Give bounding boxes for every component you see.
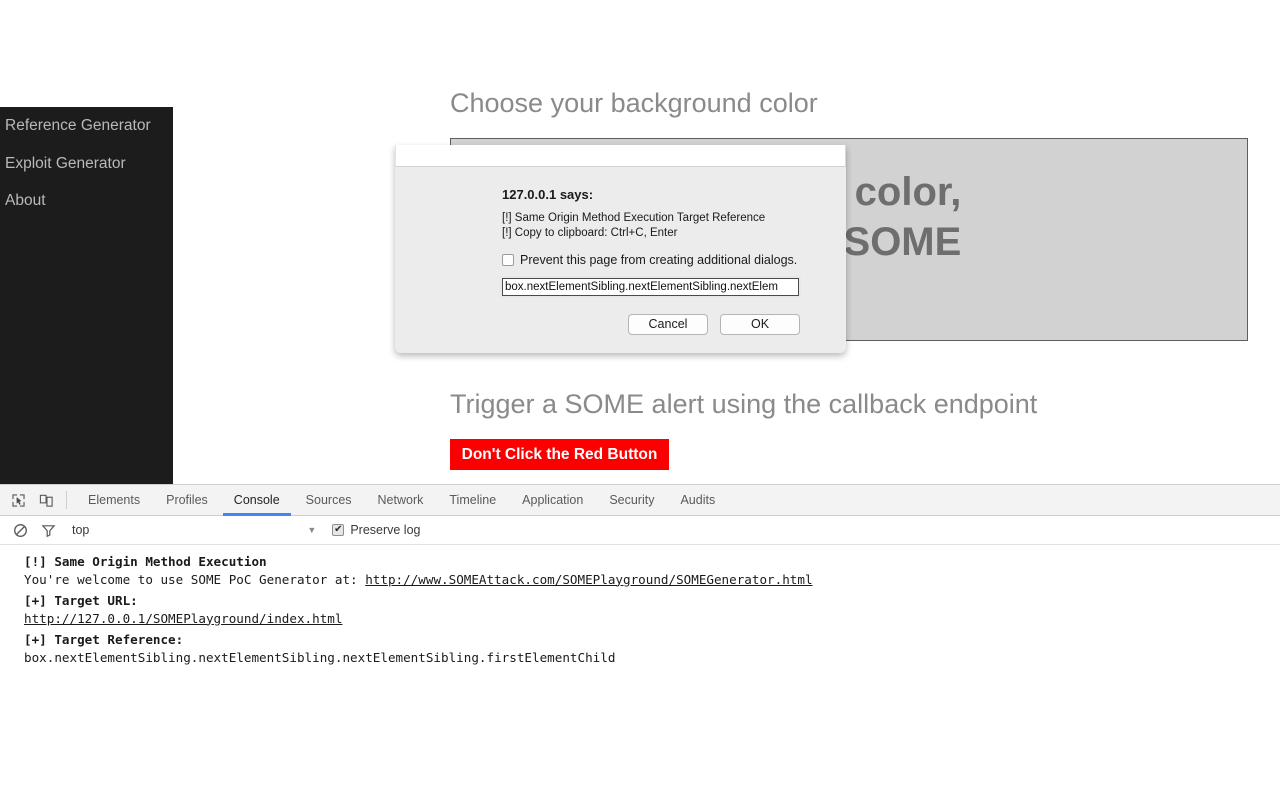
console-filter-bar: top ▼ ✔ Preserve log <box>0 516 1280 545</box>
console-entry-text: You're welcome to use SOME PoC Generator… <box>24 571 366 587</box>
prevent-dialogs-row[interactable]: Prevent this page from creating addition… <box>502 253 846 267</box>
tab-timeline[interactable]: Timeline <box>436 485 509 515</box>
console-entry: [!] Same Origin Method Execution You're … <box>24 553 1280 588</box>
tab-security[interactable]: Security <box>596 485 667 515</box>
sidebar-item-label: Reference Generator <box>5 117 151 134</box>
tab-application[interactable]: Application <box>509 485 596 515</box>
tab-label: Security <box>609 493 655 507</box>
preserve-log-label: Preserve log <box>350 523 421 537</box>
dialog-ok-button[interactable]: OK <box>720 314 800 335</box>
prevent-dialogs-label: Prevent this page from creating addition… <box>520 253 798 267</box>
console-entry-title: [+] Target URL: <box>24 593 138 608</box>
preserve-log-toggle[interactable]: ✔ Preserve log <box>332 523 421 537</box>
sidebar-item-label: Exploit Generator <box>5 154 126 172</box>
dialog-titlebar <box>395 145 846 167</box>
tab-profiles[interactable]: Profiles <box>153 485 221 515</box>
filter-icon[interactable] <box>34 523 62 538</box>
console-entry-body: http://127.0.0.1/SOMEPlayground/index.ht… <box>24 610 1280 628</box>
prevent-dialogs-checkbox[interactable] <box>502 254 514 266</box>
chevron-down-icon[interactable]: ▼ <box>307 525 316 535</box>
tab-console[interactable]: Console <box>221 485 293 516</box>
console-output: [!] Same Origin Method Execution You're … <box>0 545 1280 666</box>
toolbar-divider <box>66 491 67 509</box>
sidebar-item-reference-generator[interactable]: Reference Generator <box>0 107 173 145</box>
tab-sources[interactable]: Sources <box>293 485 365 515</box>
tab-label: Timeline <box>449 493 497 507</box>
console-context-selector[interactable]: top <box>72 523 89 537</box>
dialog-cancel-button[interactable]: Cancel <box>628 314 708 335</box>
tab-label: Elements <box>88 493 141 507</box>
sidebar-item-exploit-generator[interactable]: Exploit Generator <box>0 145 173 183</box>
tab-network[interactable]: Network <box>365 485 437 515</box>
tab-label: Sources <box>305 493 352 507</box>
sidebar-item-label: About <box>5 192 46 209</box>
tab-label: Application <box>522 493 584 507</box>
dialog-button-row: Cancel OK <box>628 314 800 335</box>
console-entry-body: box.nextElementSibling.nextElementSiblin… <box>24 649 616 665</box>
inspect-element-icon[interactable] <box>4 485 32 515</box>
dialog-body: 127.0.0.1 says: [!] Same Origin Method E… <box>395 167 846 353</box>
console-entry: [+] Target Reference: box.nextElementSib… <box>24 631 1280 666</box>
console-entry-link[interactable]: http://www.SOMEAttack.com/SOMEPlayground… <box>365 572 812 587</box>
dialog-origin-label: 127.0.0.1 says: <box>502 187 594 202</box>
dialog-prompt-input[interactable]: box.nextElementSibling.nextElementSiblin… <box>500 276 801 298</box>
tab-label: Profiles <box>166 493 208 507</box>
console-entry-link[interactable]: http://127.0.0.1/SOMEPlayground/index.ht… <box>24 611 342 626</box>
dialog-message-line-1: [!] Same Origin Method Execution Target … <box>502 212 766 224</box>
devtools-panel: Elements Profiles Console Sources Networ… <box>0 484 1280 800</box>
devtools-tabbar: Elements Profiles Console Sources Networ… <box>0 485 1280 516</box>
dont-click-red-button[interactable]: Don't Click the Red Button <box>450 439 669 470</box>
dialog-message-line-2: [!] Copy to clipboard: Ctrl+C, Enter <box>502 226 678 239</box>
console-entry-body: You're welcome to use SOME PoC Generator… <box>24 571 1280 589</box>
sidebar-item-about[interactable]: About <box>0 182 173 220</box>
tab-audits[interactable]: Audits <box>667 485 728 515</box>
preserve-log-checkbox[interactable]: ✔ <box>332 524 345 536</box>
tab-elements[interactable]: Elements <box>75 485 153 515</box>
trigger-alert-heading: Trigger a SOME alert using the callback … <box>450 389 1038 419</box>
screen-root: Reference Generator Exploit Generator Ab… <box>0 0 1280 800</box>
clear-console-icon[interactable] <box>6 523 34 538</box>
tab-label: Network <box>377 493 424 507</box>
checkmark-icon: ✔ <box>334 524 343 535</box>
tab-label: Audits <box>680 493 716 507</box>
background-color-heading: Choose your background color <box>450 88 818 118</box>
tab-label: Console <box>233 493 280 507</box>
console-entry: [+] Target URL: http://127.0.0.1/SOMEPla… <box>24 592 1280 627</box>
javascript-prompt-dialog: 127.0.0.1 says: [!] Same Origin Method E… <box>395 145 846 353</box>
console-entry-title: [!] Same Origin Method Execution <box>24 554 267 569</box>
console-entry-title: [+] Target Reference: <box>24 632 184 647</box>
sidebar-nav: Reference Generator Exploit Generator Ab… <box>0 107 173 484</box>
page-viewport: Reference Generator Exploit Generator Ab… <box>0 0 1280 484</box>
device-toolbar-icon[interactable] <box>32 485 60 515</box>
